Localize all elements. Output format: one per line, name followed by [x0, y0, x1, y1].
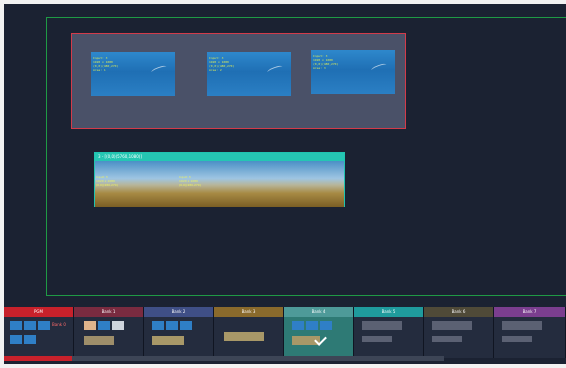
bank-thumb: [98, 321, 110, 330]
bank-header: Bank 4: [284, 307, 353, 317]
bank-pgm[interactable]: PGM Bank 0: [4, 307, 74, 358]
bank-thumb: [10, 335, 22, 344]
bank-thumb: [224, 332, 264, 341]
bank-thumb: [152, 336, 184, 345]
panel-info: Input: 3 1920 x 1080 (0,0)(480,270): [96, 175, 118, 187]
window-group[interactable]: Input: 3 1920 x 1080 (0,0)(480,270) Area…: [71, 33, 406, 129]
sky-streak: [370, 62, 388, 73]
bank-header: Bank 1: [74, 307, 143, 317]
spanned-window[interactable]: 3 - [(0,0)(5760,1080)] Input: 3 1920 x 1…: [94, 152, 345, 207]
bank-thumb: [38, 321, 50, 330]
sky-streak: [150, 64, 168, 75]
bottom-edge: [0, 364, 566, 368]
bank-header: PGM: [4, 307, 73, 317]
bank-thumb: [152, 321, 164, 330]
scrollbar-thumb[interactable]: [4, 356, 72, 361]
layer-window-2[interactable]: Input: 3 1920 x 1080 (0,0)(480,270) Area…: [207, 52, 291, 96]
bank-thumb: [180, 321, 192, 330]
bank-header: Bank 7: [494, 307, 565, 317]
bank-thumb: [320, 321, 332, 330]
bank-7[interactable]: Bank 7: [494, 307, 566, 358]
bank-6[interactable]: Bank 6: [424, 307, 494, 358]
bank-thumb: [502, 336, 532, 342]
window-info: Input: 3 1920 x 1080 (0,0)(480,270) Area…: [209, 56, 235, 72]
bank-1[interactable]: Bank 1: [74, 307, 144, 358]
bank-thumb: [432, 336, 462, 342]
bank-header: Bank 6: [424, 307, 493, 317]
bank-thumb: [24, 335, 36, 344]
bank-thumb: [84, 336, 114, 345]
spanned-panel-2: Input: 3 1920 x 1080 (0,0)(480,270): [178, 161, 261, 207]
bank-thumb: [502, 321, 542, 330]
spanned-panel-1: Input: 3 1920 x 1080 (0,0)(480,270): [95, 161, 178, 207]
layer-window-1[interactable]: Input: 3 1920 x 1080 (0,0)(480,270) Area…: [91, 52, 175, 96]
bank-thumb: [432, 321, 472, 330]
bank-thumb: [292, 321, 304, 330]
bank-thumb: [10, 321, 22, 330]
window-info: Input: 3 1920 x 1080 (0,0)(480,270) Area…: [313, 54, 339, 70]
bank-5[interactable]: Bank 5: [354, 307, 424, 358]
bank-thumb: [24, 321, 36, 330]
sky-streak: [266, 64, 284, 75]
bank-3[interactable]: Bank 3: [214, 307, 284, 358]
bank-thumb: [166, 321, 178, 330]
bank-4[interactable]: Bank 4: [284, 307, 354, 358]
bank-header: Bank 2: [144, 307, 213, 317]
spanned-panel-3: [261, 161, 344, 207]
panel-info: Input: 3 1920 x 1080 (0,0)(480,270): [179, 175, 201, 187]
bank-thumb: [84, 321, 96, 330]
window-info: Input: 3 1920 x 1080 (0,0)(480,270) Area…: [93, 56, 119, 72]
bank-extra-label: Bank 0: [52, 322, 66, 327]
bank-thumb: [362, 321, 402, 330]
bank-2[interactable]: Bank 2: [144, 307, 214, 358]
layer-window-3[interactable]: Input: 3 1920 x 1080 (0,0)(480,270) Area…: [311, 50, 395, 94]
spanned-window-title: 3 - [(0,0)(5760,1080)]: [95, 153, 344, 161]
bank-thumb: [306, 321, 318, 330]
bank-thumb: [112, 321, 124, 330]
bank-header: Bank 5: [354, 307, 423, 317]
bank-header: Bank 3: [214, 307, 283, 317]
bank-thumb: [362, 336, 392, 342]
